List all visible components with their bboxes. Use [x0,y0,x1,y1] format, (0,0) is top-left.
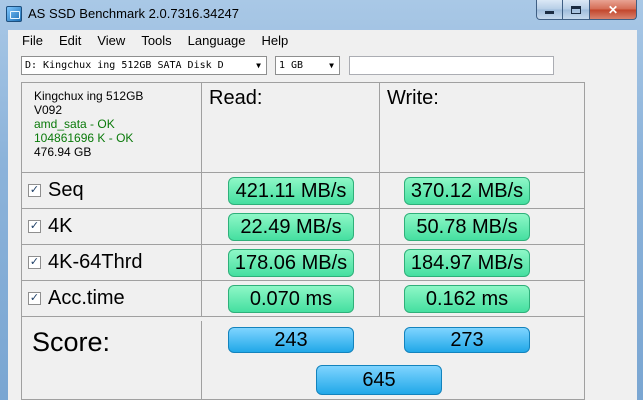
seq-checkbox[interactable]: ✓ [28,183,41,197]
app-icon [6,6,22,22]
chevron-down-icon[interactable]: ▼ [251,57,266,74]
minimize-icon [545,11,554,14]
drive-capacity: 476.94 GB [34,145,92,159]
drive-name: Kingchux ing 512GB [34,89,144,103]
seq-write-cell: 370.12 MB/s [380,173,584,209]
score-write: 273 [404,327,530,353]
minimize-button[interactable] [536,0,563,20]
close-icon: ✕ [607,2,619,17]
seq-read-value: 421.11 MB/s [228,177,354,205]
4k64-read-value: 178.06 MB/s [228,249,354,277]
seq-write-value: 370.12 MB/s [404,177,530,205]
score-values-cell: 243 273 645 [202,321,584,400]
row-seq-label-cell: ✓ Seq [22,173,202,209]
4k-write-value: 50.78 MB/s [404,213,530,241]
4k-read-value: 22.49 MB/s [228,213,354,241]
title-bar[interactable]: AS SSD Benchmark 2.0.7316.34247 ✕ [0,0,643,28]
menu-file[interactable]: File [8,30,51,52]
4k-read-cell: 22.49 MB/s [202,209,380,245]
menu-bar: File Edit View Tools Language Help [8,30,637,52]
4k64-write-cell: 184.97 MB/s [380,245,584,281]
close-button[interactable]: ✕ [590,0,637,20]
4k-write-cell: 50.78 MB/s [380,209,584,245]
row-label-seq: Seq [48,178,84,201]
row-label-acctime: Acc.time [48,286,125,309]
4k64-read-cell: 178.06 MB/s [202,245,380,281]
disk-select-value: D: Kingchux ing 512GB SATA Disk D [25,60,224,71]
row-acctime-label-cell: ✓ Acc.time [22,281,202,317]
row-4k-label-cell: ✓ 4K [22,209,202,245]
menu-tools[interactable]: Tools [133,30,179,52]
acctime-write-cell: 0.162 ms [380,281,584,317]
caption-buttons: ✕ [536,0,637,20]
toolbar: D: Kingchux ing 512GB SATA Disk D ▼ 1 GB… [8,54,637,78]
acctime-write-value: 0.162 ms [404,285,530,313]
results-grid: Kingchux ing 512GB V092 amd_sata - OK 10… [21,82,585,400]
acctime-read-cell: 0.070 ms [202,281,380,317]
score-read: 243 [228,327,354,353]
4k-checkbox[interactable]: ✓ [28,219,41,233]
score-label: Score: [32,327,111,357]
write-header: Write: [387,87,439,109]
test-size-select[interactable]: 1 GB ▼ [275,56,340,75]
driver-status: amd_sata - OK [34,117,115,131]
read-header: Read: [209,87,263,109]
menu-language[interactable]: Language [180,30,254,52]
score-label-cell: Score: [22,321,202,400]
menu-view[interactable]: View [89,30,133,52]
maximize-button[interactable] [563,0,590,20]
score-total: 645 [316,365,442,395]
progress-field[interactable] [349,56,554,75]
4k64-checkbox[interactable]: ✓ [28,255,41,269]
4k64-write-value: 184.97 MB/s [404,249,530,277]
write-header-cell: Write: [380,83,584,173]
drive-info-panel: Kingchux ing 512GB V092 amd_sata - OK 10… [22,83,202,173]
chevron-down-icon[interactable]: ▼ [324,57,339,74]
menu-help[interactable]: Help [254,30,297,52]
seq-read-cell: 421.11 MB/s [202,173,380,209]
drive-firmware: V092 [34,103,63,117]
client-area: File Edit View Tools Language Help D: Ki… [8,30,637,400]
test-size-value: 1 GB [279,60,304,71]
row-label-4k: 4K [48,214,73,237]
maximize-icon [571,5,581,14]
row-4k64-label-cell: ✓ 4K-64Thrd [22,245,202,281]
acctime-checkbox[interactable]: ✓ [28,291,41,305]
app-window: AS SSD Benchmark 2.0.7316.34247 ✕ File E… [0,0,643,400]
alignment-status: 104861696 K - OK [34,131,134,145]
row-label-4k64: 4K-64Thrd [48,250,143,273]
menu-edit[interactable]: Edit [51,30,89,52]
window-title: AS SSD Benchmark 2.0.7316.34247 [28,6,240,21]
acctime-read-value: 0.070 ms [228,285,354,313]
disk-select[interactable]: D: Kingchux ing 512GB SATA Disk D ▼ [21,56,267,75]
read-header-cell: Read: [202,83,380,173]
